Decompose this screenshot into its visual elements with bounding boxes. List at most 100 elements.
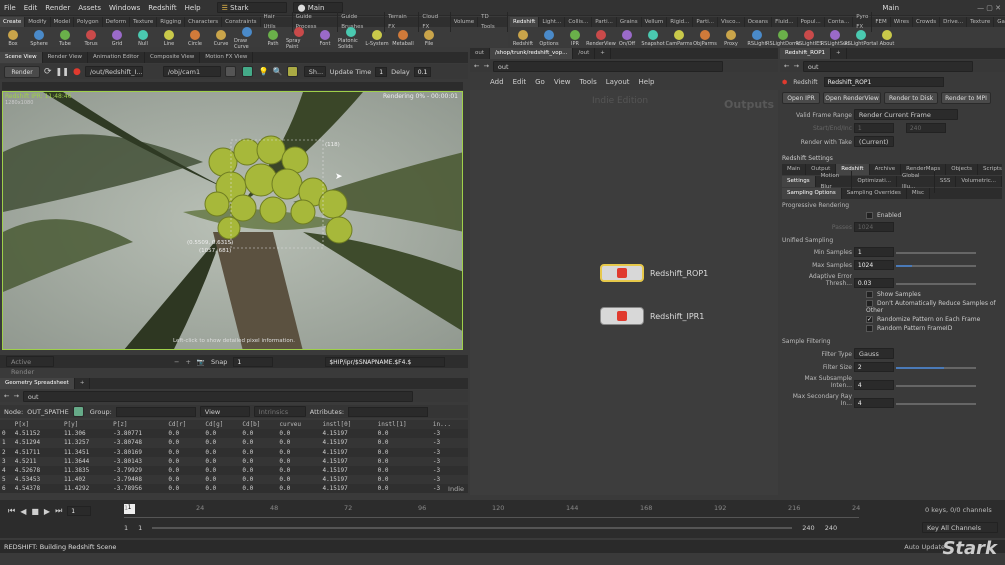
shelf-right-tab-19[interactable]: Game...	[994, 17, 1005, 27]
params-sampling-tab-2[interactable]: Misc	[907, 188, 931, 199]
shelf-right-tab-15[interactable]: Wires	[891, 17, 913, 27]
menu-redshift[interactable]: Redshift	[144, 4, 180, 12]
max-sec-slider[interactable]	[895, 403, 976, 405]
shelf-left-tool-8[interactable]: Curve	[208, 27, 234, 47]
shelf-left-tool-7[interactable]: Circle	[182, 27, 208, 47]
net-menu-add[interactable]: Add	[490, 78, 504, 86]
zoom-out-icon[interactable]: −	[174, 358, 179, 366]
show-samples-checkbox[interactable]	[866, 291, 873, 298]
range-start[interactable]: 1	[124, 524, 128, 532]
take-dropdown[interactable]: (Current)	[853, 136, 894, 147]
shelf-right-tool-3[interactable]: RenderView	[586, 27, 616, 47]
back-icon[interactable]: ←	[4, 392, 9, 400]
shelf-right-tool-2[interactable]: IPR	[562, 27, 588, 47]
column-header-6[interactable]: Cd[b]	[240, 420, 278, 430]
network-canvas[interactable]: Indie Edition Outputs Redshift_ROP1 Reds…	[470, 90, 778, 495]
color-icon[interactable]	[241, 66, 253, 77]
shelf-left-tool-11[interactable]: Spray Paint	[286, 24, 312, 50]
snap-path-field[interactable]: $HIP/ipr/$SNAPNAME.$F4.$	[325, 356, 446, 367]
shelf-right-tab-17[interactable]: Drive...	[940, 17, 968, 27]
shelf-right-tool-6[interactable]: CamParms	[666, 27, 692, 47]
points-icon[interactable]	[72, 406, 84, 417]
max-samples-slider[interactable]	[895, 265, 976, 267]
ipr-node-icon[interactable]	[600, 307, 644, 325]
params-tab[interactable]: Redshift_ROP1	[780, 48, 832, 59]
intrinsics-dropdown[interactable]: Intrinsics	[253, 406, 306, 417]
forward-icon[interactable]: →	[13, 392, 18, 400]
window-controls[interactable]: — ▢ ✕	[973, 4, 1005, 12]
params-forward-icon[interactable]: →	[793, 62, 798, 70]
min-samples-field[interactable]: 1	[853, 247, 894, 257]
left-pane-tab-4[interactable]: Motion FX View	[200, 52, 254, 63]
shelf-right-tab-5[interactable]: Vellum	[642, 17, 668, 27]
add-net-tab-button[interactable]: +	[595, 48, 611, 59]
params-settings-tab-2[interactable]: Optimizati...	[852, 176, 897, 187]
end-field[interactable]: 240	[905, 123, 946, 133]
shelf-left-tool-6[interactable]: Line	[156, 27, 182, 47]
left-pane-tab-2[interactable]: Animation Editor	[88, 52, 146, 63]
shelf-right-tool-0[interactable]: Redshift	[510, 27, 536, 47]
shelf-left-tool-13[interactable]: Platonic Solids	[338, 24, 364, 50]
shelf-right-tab-7[interactable]: Parti...	[693, 17, 719, 27]
left-pane-tab-0[interactable]: Scene View	[0, 52, 43, 63]
column-header-0[interactable]	[0, 420, 13, 430]
shelf-right-tool-14[interactable]: About	[874, 27, 900, 47]
network-path-field[interactable]: out	[492, 60, 723, 72]
net-forward-icon[interactable]: →	[483, 62, 488, 70]
column-header-2[interactable]: P[y]	[61, 420, 112, 430]
shelf-left-tool-14[interactable]: L-System	[364, 27, 390, 47]
snapshot-icon[interactable]	[286, 66, 298, 77]
params-settings-tab-0[interactable]: Settings	[782, 176, 816, 187]
net-menu-view[interactable]: View	[554, 78, 571, 86]
stop-icon[interactable]: ●	[73, 67, 81, 77]
shelf-right-tab-2[interactable]: Collis...	[565, 17, 593, 27]
valid-frame-dropdown[interactable]: Render Current Frame	[853, 109, 958, 120]
light-icon[interactable]: 💡	[259, 67, 269, 76]
table-row[interactable]: 0 4.51152 11.306 -3.80771 0.0 0.0 0.0 0.0 4.1519…	[0, 429, 468, 439]
shelf-right-tool-10[interactable]: RSLightDome	[766, 27, 800, 47]
shelf-right-tool-8[interactable]: Proxy	[718, 27, 744, 47]
range-end2[interactable]: 240	[825, 524, 837, 532]
net-tab-shop[interactable]: /shop/trunk/redshift_vop...	[490, 48, 574, 59]
shelf-left-tool-4[interactable]: Grid	[104, 27, 130, 47]
shelf-right-tool-5[interactable]: Snapshot	[640, 27, 666, 47]
camera-path-field[interactable]: /obj/cam1	[162, 66, 221, 77]
delay-field[interactable]: 0.1	[413, 66, 432, 77]
net-menu-edit[interactable]: Edit	[513, 78, 527, 86]
params-main-tab-6[interactable]: Scripts	[978, 164, 1005, 175]
shelf-left-tool-0[interactable]: Box	[0, 27, 26, 47]
net-tab-out[interactable]: out	[470, 48, 491, 59]
open-renderview-button[interactable]: Open RenderView	[823, 92, 881, 104]
net-menu-layout[interactable]: Layout	[606, 78, 630, 86]
render-to-disk-button[interactable]: Render to Disk	[884, 92, 938, 104]
shelf-right-tab-0[interactable]: Redshift	[510, 17, 540, 27]
start-field[interactable]: 1	[853, 123, 894, 133]
max-sub-field[interactable]: 4	[853, 380, 894, 390]
aet-field[interactable]: 0.03	[853, 278, 894, 288]
column-header-5[interactable]: Cd[g]	[203, 420, 241, 430]
table-row[interactable]: 1 4.51294 11.3257 -3.80748 0.0 0.0 0.0 0.0 4.151…	[0, 438, 468, 448]
key-all-dropdown[interactable]: Key All Channels	[922, 522, 998, 533]
auto-update-label[interactable]: Auto Update	[904, 543, 945, 551]
shelf-right-tool-11[interactable]: RSLightIES	[796, 27, 822, 47]
shelf-left-tool-10[interactable]: Path	[260, 27, 286, 47]
shelf-left-tool-15[interactable]: Metaball	[390, 27, 416, 47]
params-main-tab-0[interactable]: Main	[782, 164, 807, 175]
dont-reduce-checkbox[interactable]	[866, 300, 873, 307]
render-viewport[interactable]: Redshift IPR: 11:48:46 1280x1080 Renderi…	[2, 91, 463, 350]
camera-icon[interactable]: 📷	[197, 358, 205, 366]
update-time-field[interactable]: 1	[375, 66, 388, 77]
shelf-left-tool-16[interactable]: File	[416, 27, 442, 47]
filter-size-field[interactable]: 2	[853, 362, 894, 372]
menu-edit[interactable]: Edit	[20, 4, 42, 12]
node-name-field[interactable]: Redshift_ROP1	[823, 77, 944, 87]
shelf-left-tool-1[interactable]: Sphere	[26, 27, 52, 47]
filter-size-slider[interactable]	[895, 367, 976, 369]
column-header-8[interactable]: instl[0]	[320, 420, 376, 430]
open-ipr-button[interactable]: Open IPR	[782, 92, 820, 104]
shelf-right-tab-4[interactable]: Grains	[617, 17, 642, 27]
shelf-left-tab-6[interactable]: Rigging	[157, 17, 186, 27]
render-path-field[interactable]: /out/Redshift_I...	[84, 66, 143, 77]
zoom-in-icon[interactable]: +	[185, 358, 190, 366]
column-header-1[interactable]: P[x]	[12, 420, 62, 430]
